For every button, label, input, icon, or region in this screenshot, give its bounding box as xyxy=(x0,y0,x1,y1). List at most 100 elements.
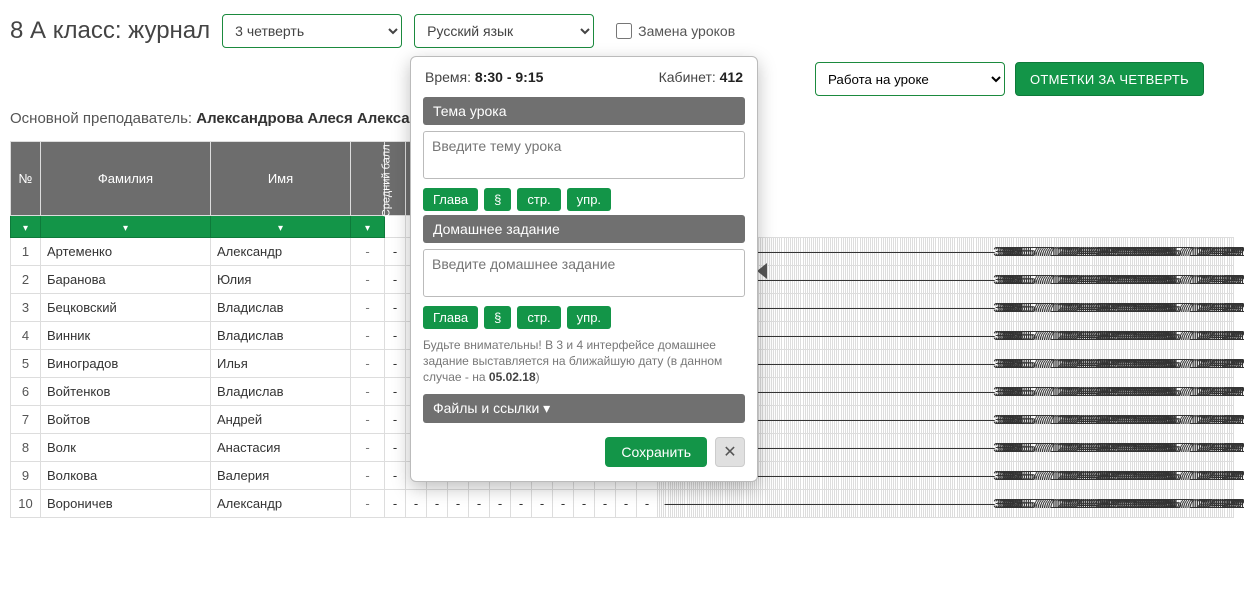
cell-firstname: Владислав xyxy=(211,294,351,322)
cell-avg: - xyxy=(351,406,385,434)
cell-num: 6 xyxy=(11,378,41,406)
room-label: Кабинет: xyxy=(659,69,720,85)
save-button[interactable]: Сохранить xyxy=(605,437,707,467)
time-label: Время: xyxy=(425,69,475,85)
cell-mark[interactable]: - xyxy=(595,490,616,518)
chip-paragraph[interactable]: § xyxy=(484,188,511,211)
quarter-marks-button[interactable]: Отметки за четверть xyxy=(1015,62,1204,96)
cell-mark[interactable]: - xyxy=(637,490,658,518)
filter-day xyxy=(385,216,406,238)
homework-header: Домашнее задание xyxy=(423,215,745,243)
chip-page-2[interactable]: стр. xyxy=(517,306,560,329)
work-type-select[interactable]: Работа на уроке xyxy=(815,62,1005,96)
cell-firstname: Александр xyxy=(211,490,351,518)
cell-mark[interactable]: - xyxy=(406,490,427,518)
homework-input[interactable] xyxy=(423,249,745,297)
quarter-select[interactable]: 3 четверть xyxy=(222,14,402,48)
cell-firstname: Валерия xyxy=(211,462,351,490)
cell-avg: - xyxy=(351,238,385,266)
cell-mark[interactable]: - xyxy=(385,266,406,294)
cell-firstname: Юлия xyxy=(211,266,351,294)
cell-mark[interactable]: - xyxy=(385,406,406,434)
cell-firstname: Александр xyxy=(211,238,351,266)
cell-firstname: Анастасия xyxy=(211,434,351,462)
cell-mark[interactable]: - xyxy=(427,490,448,518)
cell-lastname: Волк xyxy=(41,434,211,462)
homework-note: Будьте внимательны! В 3 и 4 интерфейсе д… xyxy=(423,337,745,386)
chip-chapter-2[interactable]: Глава xyxy=(423,306,478,329)
substitute-checkbox-wrap[interactable]: Замена уроков xyxy=(616,23,735,39)
cell-lastname: Артеменко xyxy=(41,238,211,266)
cell-avg: - xyxy=(351,322,385,350)
substitute-label: Замена уроков xyxy=(638,23,735,39)
cell-mark[interactable]: - xyxy=(385,350,406,378)
cell-mark[interactable]: - xyxy=(385,490,406,518)
chip-exercise-2[interactable]: упр. xyxy=(567,306,611,329)
cell-num: 2 xyxy=(11,266,41,294)
cell-mark[interactable]: - xyxy=(553,490,574,518)
chip-page[interactable]: стр. xyxy=(517,188,560,211)
cell-lastname: Бецковский xyxy=(41,294,211,322)
cell-lastname: Войтов xyxy=(41,406,211,434)
table-row: 10 Вороничев Александр - ---------------… xyxy=(11,490,1234,518)
cell-num: 7 xyxy=(11,406,41,434)
cell-avg: - xyxy=(351,378,385,406)
cell-mark[interactable]: - xyxy=(511,490,532,518)
filter-num[interactable]: ▾ xyxy=(11,216,41,238)
time-block: Время: 8:30 - 9:15 xyxy=(425,69,543,85)
chevron-down-icon: ▾ xyxy=(278,223,283,234)
cell-firstname: Илья xyxy=(211,350,351,378)
files-links-toggle[interactable]: Файлы и ссылки ▾ xyxy=(423,394,745,423)
cell-mark[interactable]: - xyxy=(385,378,406,406)
cell-mark[interactable]: - xyxy=(469,490,490,518)
cell-mark[interactable]: - xyxy=(385,434,406,462)
filter-lastname[interactable]: ▾ xyxy=(41,216,211,238)
cell-firstname: Владислав xyxy=(211,322,351,350)
cell-mark[interactable]: - xyxy=(385,322,406,350)
col-lastname: Фамилия xyxy=(41,142,211,216)
cell-lastname: Войтенков xyxy=(41,378,211,406)
cell-num: 1 xyxy=(11,238,41,266)
cell-num: 5 xyxy=(11,350,41,378)
subject-select[interactable]: Русский язык xyxy=(414,14,594,48)
cell-lastname: Баранова xyxy=(41,266,211,294)
cell-firstname: Владислав xyxy=(211,378,351,406)
chip-chapter[interactable]: Глава xyxy=(423,188,478,211)
time-value: 8:30 - 9:15 xyxy=(475,69,543,85)
chip-exercise[interactable]: упр. xyxy=(567,188,611,211)
cell-lastname: Волкова xyxy=(41,462,211,490)
cell-num: 4 xyxy=(11,322,41,350)
cell-mark[interactable]: - xyxy=(385,238,406,266)
filter-firstname[interactable]: ▾ xyxy=(211,216,351,238)
chip-paragraph-2[interactable]: § xyxy=(484,306,511,329)
cell-num: 9 xyxy=(11,462,41,490)
topic-input[interactable] xyxy=(423,131,745,179)
cell-mark[interactable]: - xyxy=(616,490,637,518)
col-num: № xyxy=(11,142,41,216)
cell-avg: - xyxy=(351,294,385,322)
cell-mark[interactable]: - xyxy=(532,490,553,518)
teacher-label: Основной преподаватель: xyxy=(10,110,196,127)
cell-lastname: Виноградов xyxy=(41,350,211,378)
substitute-checkbox[interactable] xyxy=(616,23,632,39)
cell-mark[interactable]: - xyxy=(448,490,469,518)
col-avg: Средний балл xyxy=(351,142,385,216)
cell-num: 8 xyxy=(11,434,41,462)
cell-avg: - xyxy=(351,490,385,518)
cell-avg: - xyxy=(351,462,385,490)
cell-lastname: Винник xyxy=(41,322,211,350)
topic-header: Тема урока xyxy=(423,97,745,125)
cell-num: 3 xyxy=(11,294,41,322)
filter-avg[interactable]: ▾ xyxy=(351,216,385,238)
cell-mark[interactable]: - xyxy=(574,490,595,518)
chevron-down-icon: ▾ xyxy=(23,223,28,234)
cell-mark[interactable]: - xyxy=(385,294,406,322)
cell-mark[interactable]: - xyxy=(385,462,406,490)
cell-avg: - xyxy=(351,350,385,378)
cell-firstname: Андрей xyxy=(211,406,351,434)
cell-mark[interactable]: - xyxy=(490,490,511,518)
close-button[interactable]: ✕ xyxy=(715,437,745,467)
room-block: Кабинет: 412 xyxy=(659,69,743,85)
cell-avg: - xyxy=(351,266,385,294)
cell-num: 10 xyxy=(11,490,41,518)
